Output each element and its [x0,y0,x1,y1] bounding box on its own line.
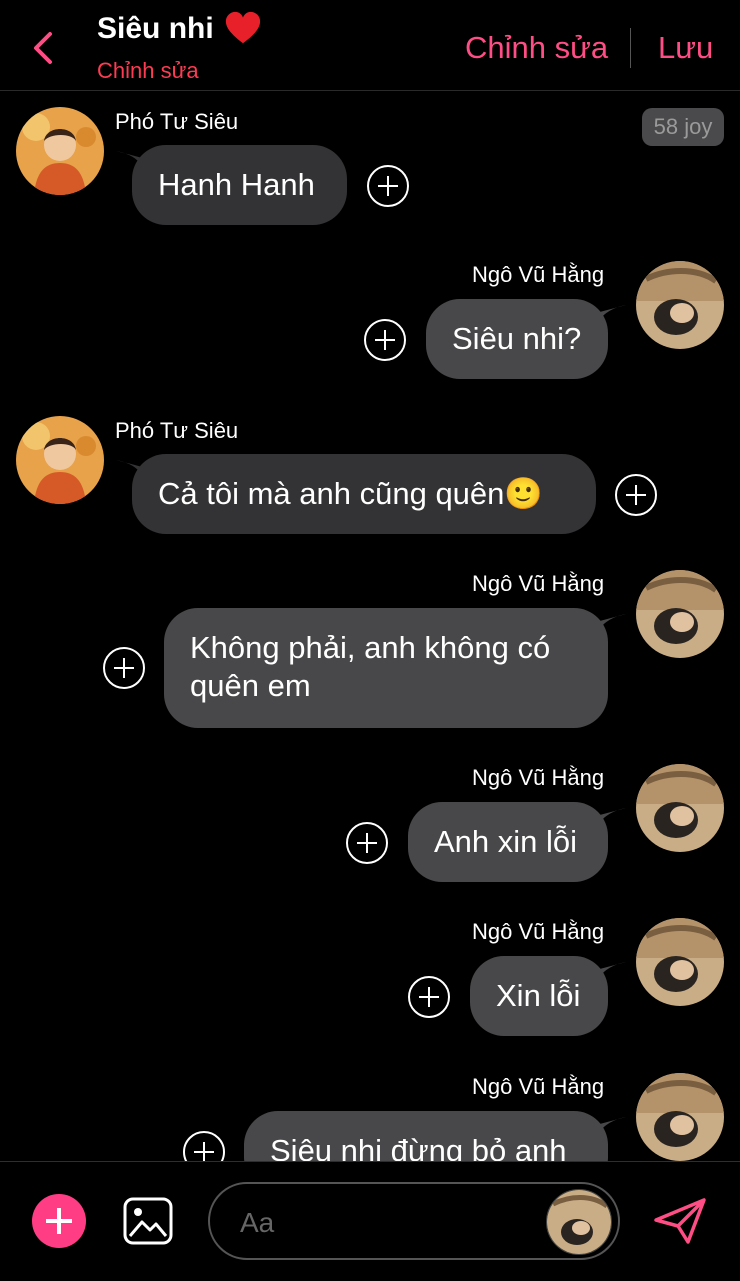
message-input-field[interactable] [208,1182,620,1260]
avatar-ngo-vu-hang[interactable] [636,1073,724,1161]
persona-avatar-icon[interactable] [546,1189,612,1255]
sender-name: Ngô Vũ Hằng [472,1074,605,1099]
message-bubble[interactable]: Siêu nhi? [426,299,608,379]
heart-icon [225,11,260,44]
message-bubble[interactable]: Không phải, anh không có quên em [164,608,608,728]
chat-title: Siêu nhi [97,12,214,45]
send-icon[interactable] [652,1196,708,1246]
save-button[interactable]: Lưu [658,30,713,66]
message-bubble[interactable]: Cả tôi mà anh cũng quên🙂 [132,454,596,534]
add-reaction-button[interactable] [346,822,388,864]
add-reaction-button[interactable] [103,647,145,689]
image-icon[interactable] [122,1196,174,1246]
chat-subtitle: Chỉnh sửa [97,58,199,83]
sender-name: Ngô Vũ Hằng [472,765,605,790]
avatar-pho-tu-sieu[interactable] [16,107,104,195]
message-input[interactable] [238,1202,542,1244]
message-bubble[interactable]: Xin lỗi [470,956,608,1036]
sender-name: Ngô Vũ Hằng [472,262,605,287]
add-button[interactable] [32,1194,86,1248]
title-block: Siêu nhi Chỉnh sửa [97,10,262,84]
add-reaction-button[interactable] [364,319,406,361]
avatar-ngo-vu-hang[interactable] [636,918,724,1006]
message-bubble[interactable]: Siêu nhi đừng bỏ anh [244,1111,608,1161]
add-reaction-button[interactable] [408,976,450,1018]
message-bubble[interactable]: Anh xin lỗi [408,802,608,882]
avatar-pho-tu-sieu[interactable] [16,416,104,504]
add-reaction-button[interactable] [183,1131,225,1161]
sender-name: Phó Tư Siêu [115,109,239,134]
chat-header: Siêu nhi Chỉnh sửa Chỉnh sửa Lưu [0,0,740,91]
sender-name: Ngô Vũ Hằng [472,919,605,944]
sender-name: Phó Tư Siêu [115,418,239,443]
chat-title-row: Siêu nhi [97,10,262,48]
back-chevron-icon[interactable] [28,30,58,66]
sender-name: Ngô Vũ Hằng [472,571,605,596]
add-reaction-button[interactable] [367,165,409,207]
composer-bar [0,1161,740,1281]
edit-button[interactable]: Chỉnh sửa [465,30,608,66]
joy-badge: 58 joy [642,108,724,146]
add-reaction-button[interactable] [615,474,657,516]
header-divider [630,28,631,68]
avatar-ngo-vu-hang[interactable] [636,261,724,349]
message-bubble[interactable]: Hanh Hanh [132,145,347,225]
avatar-ngo-vu-hang[interactable] [636,570,724,658]
message-list[interactable]: 58 joy Phó Tư Siêu Hanh Hanh Ngô Vũ Hằng… [0,91,740,1161]
avatar-ngo-vu-hang[interactable] [636,764,724,852]
